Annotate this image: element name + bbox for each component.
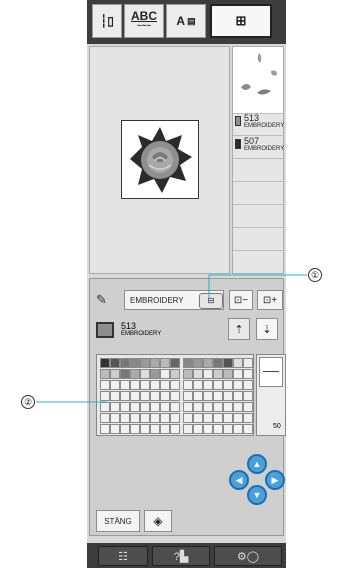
callout-one: ① bbox=[308, 268, 322, 282]
callout-leaders bbox=[36, 274, 307, 403]
callout-two: ② bbox=[21, 395, 35, 409]
